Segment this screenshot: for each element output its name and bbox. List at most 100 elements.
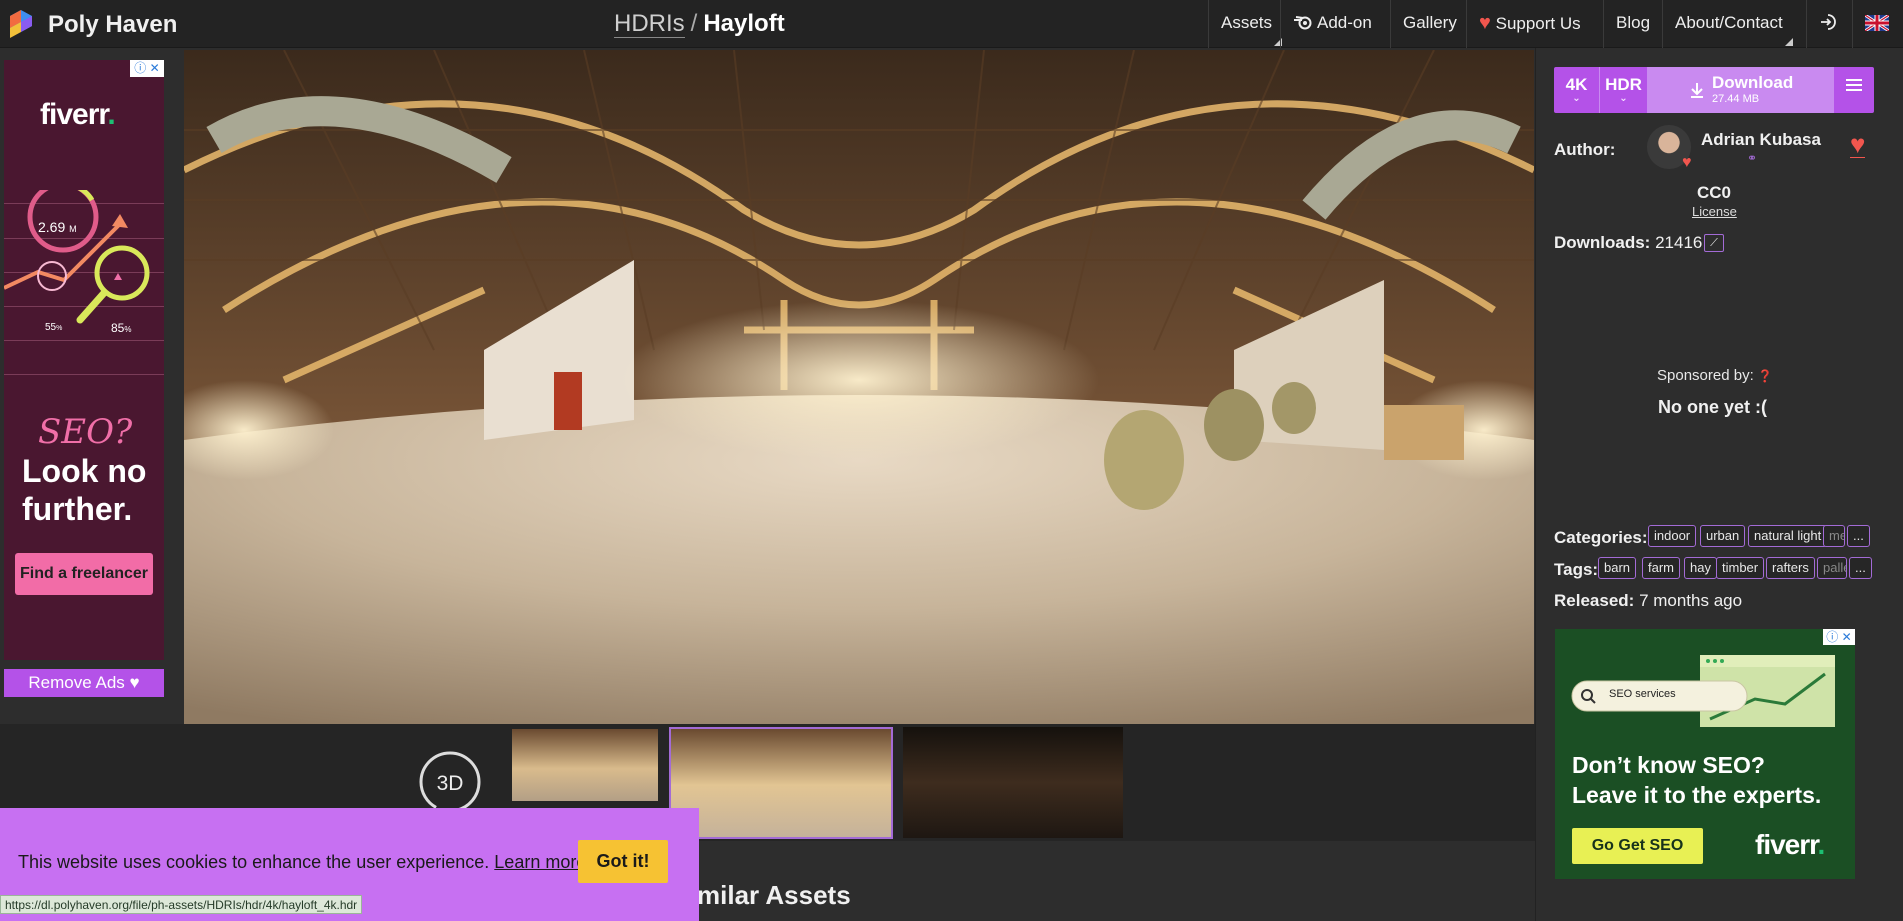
remove-ads-button[interactable]: Remove Ads ♥ — [4, 669, 164, 697]
right-ad-headline: Don’t know SEO? Leave it to the experts. — [1572, 750, 1821, 810]
nav-gallery[interactable]: Gallery — [1390, 0, 1469, 48]
ad-headline: Look no further. — [22, 452, 146, 528]
nav-assets[interactable]: Assets — [1208, 0, 1284, 48]
got-it-button[interactable]: Got it! — [578, 840, 668, 883]
dropdown-corner-icon — [1784, 38, 1793, 46]
sponsored-by: Sponsored by: ❓ — [1657, 367, 1773, 384]
fiverr-logo: fiverr. — [1755, 829, 1825, 860]
learn-more-link[interactable]: Learn more. — [494, 852, 591, 872]
nav-addon[interactable]: Add-on — [1280, 0, 1384, 48]
ad-stat-mid: 85% — [111, 321, 131, 335]
categories-more[interactable]: ... — [1847, 525, 1870, 547]
ad-stat-big: 2.69 M — [38, 219, 77, 235]
status-bar-url: https://dl.polyhaven.org/file/ph-assets/… — [0, 895, 363, 914]
go-get-seo-button[interactable]: Go Get SEO — [1572, 828, 1703, 864]
heart-icon: ♥ — [1479, 12, 1491, 34]
sponsor-value: No one yet :( — [1658, 397, 1768, 417]
remove-ads-label: Remove Ads — [28, 673, 125, 692]
downloads-graph-icon[interactable]: ⟋ — [1704, 234, 1724, 252]
heart-icon: ♥ — [129, 673, 140, 692]
nav-support-label: Support Us — [1495, 14, 1581, 33]
similar-assets-heading: milar Assets — [697, 880, 851, 910]
ad-stat-mid-unit: % — [124, 325, 132, 334]
resolution-label: 4K — [1565, 75, 1588, 94]
tag-item[interactable]: farm — [1642, 557, 1680, 579]
view-3d-button[interactable]: 3D — [411, 747, 489, 817]
categories-label: Categories: — [1554, 528, 1648, 547]
category-tag[interactable]: indoor — [1648, 525, 1697, 547]
format-select[interactable]: HDR ⌄ — [1600, 67, 1648, 113]
ad-headline-line2: further. — [22, 491, 133, 527]
tags-more[interactable]: ... — [1849, 557, 1872, 579]
nav-blog[interactable]: Blog — [1603, 0, 1662, 48]
nav-about-label: About/Contact — [1675, 13, 1783, 32]
uk-flag-icon — [1864, 13, 1890, 33]
breadcrumb-hdris-link[interactable]: HDRIs — [614, 10, 685, 38]
download-menu-button[interactable] — [1834, 67, 1874, 113]
nav-blog-label: Blog — [1616, 13, 1651, 32]
license-link[interactable]: License — [1692, 204, 1737, 219]
left-ad-brand: fiverr — [40, 98, 108, 131]
right-advertisement[interactable]: ⓘ ✕ SEO services Don’t know SEO? Leave i… — [1555, 629, 1855, 879]
breadcrumb: HDRIs / Hayloft — [614, 10, 785, 38]
ad-headline-line1: Look no — [22, 453, 147, 489]
released-info: Released: 7 months ago — [1554, 591, 1742, 611]
blender-icon — [1294, 16, 1312, 30]
thumbnail-3[interactable] — [903, 727, 1123, 838]
ad-stat-big-value: 2.69 — [38, 219, 66, 235]
ad-headline-seo: SEO? — [38, 412, 133, 452]
category-tag[interactable]: me — [1823, 525, 1845, 547]
released-value: 7 months ago — [1639, 591, 1743, 610]
download-label: Download — [1712, 73, 1794, 92]
cookie-text: This website uses cookies to enhance the… — [18, 852, 490, 872]
heart-badge-icon: ♥ — [1682, 154, 1692, 171]
tag-item[interactable]: timber — [1716, 557, 1765, 579]
help-icon[interactable]: ❓ — [1758, 369, 1773, 383]
nav-support-us[interactable]: ♥ Support Us — [1466, 0, 1593, 48]
ad-search-text: SEO services — [1609, 688, 1676, 700]
view-3d-label: 3D — [437, 772, 464, 795]
poly-haven-logo[interactable] — [6, 8, 36, 38]
ad-close-icon[interactable]: ⓘ ✕ — [130, 60, 164, 77]
fiverr-logo: fiverr. — [40, 98, 116, 131]
hdri-preview-image[interactable] — [184, 50, 1534, 724]
chevron-down-icon: ⌄ — [1619, 93, 1628, 104]
downloads-stat: Downloads: 21416 — [1554, 233, 1702, 253]
tag-item[interactable]: hay — [1684, 557, 1717, 579]
nav-assets-label: Assets — [1221, 13, 1273, 32]
favorite-heart-icon[interactable]: ♥ — [1850, 131, 1866, 158]
tag-item[interactable]: pallet — [1817, 557, 1847, 579]
link-icon[interactable]: ⚭ — [1747, 151, 1757, 165]
author-name[interactable]: Adrian Kubasa — [1701, 130, 1821, 150]
right-ad-headline-line1: Don’t know SEO? — [1572, 752, 1765, 778]
category-tag[interactable]: natural light — [1748, 525, 1828, 547]
nav-addon-label: Add-on — [1317, 13, 1372, 32]
find-freelancer-button[interactable]: Find a freelancer — [15, 553, 153, 595]
login-button[interactable] — [1806, 0, 1852, 48]
thumbnail-1[interactable] — [512, 729, 658, 801]
resolution-select[interactable]: 4K ⌄ — [1554, 67, 1600, 113]
hamburger-icon — [1846, 79, 1862, 91]
brand-name[interactable]: Poly Haven — [48, 11, 177, 39]
download-size: 27.44 MB — [1712, 93, 1760, 105]
right-ad-headline-line2: Leave it to the experts. — [1572, 782, 1822, 808]
category-tag[interactable]: urban — [1700, 525, 1746, 547]
downloads-label: Downloads: — [1554, 233, 1651, 252]
nav-about-contact[interactable]: About/Contact — [1662, 0, 1795, 48]
cookie-message: This website uses cookies to enhance the… — [18, 852, 591, 873]
ad-stat-big-unit: M — [69, 224, 77, 234]
left-advertisement[interactable]: ⓘ ✕ fiverr. 2.69 M 55% 85% SEO? Look no … — [4, 60, 164, 660]
language-selector[interactable] — [1852, 0, 1903, 48]
download-icon — [1691, 83, 1703, 98]
format-label: HDR — [1605, 75, 1642, 94]
tag-item[interactable]: rafters — [1766, 557, 1815, 579]
license-value: CC0 — [1697, 183, 1732, 202]
ad-stat-small-value: 55 — [45, 322, 57, 333]
tag-item[interactable]: barn — [1598, 557, 1637, 579]
thumbnail-2-selected[interactable] — [669, 727, 893, 839]
login-icon — [1821, 14, 1836, 30]
download-button[interactable]: Download 27.44 MB — [1648, 67, 1834, 113]
sponsored-label: Sponsored by: — [1657, 367, 1754, 384]
released-label: Released: — [1554, 591, 1635, 610]
nav-gallery-label: Gallery — [1403, 13, 1457, 32]
